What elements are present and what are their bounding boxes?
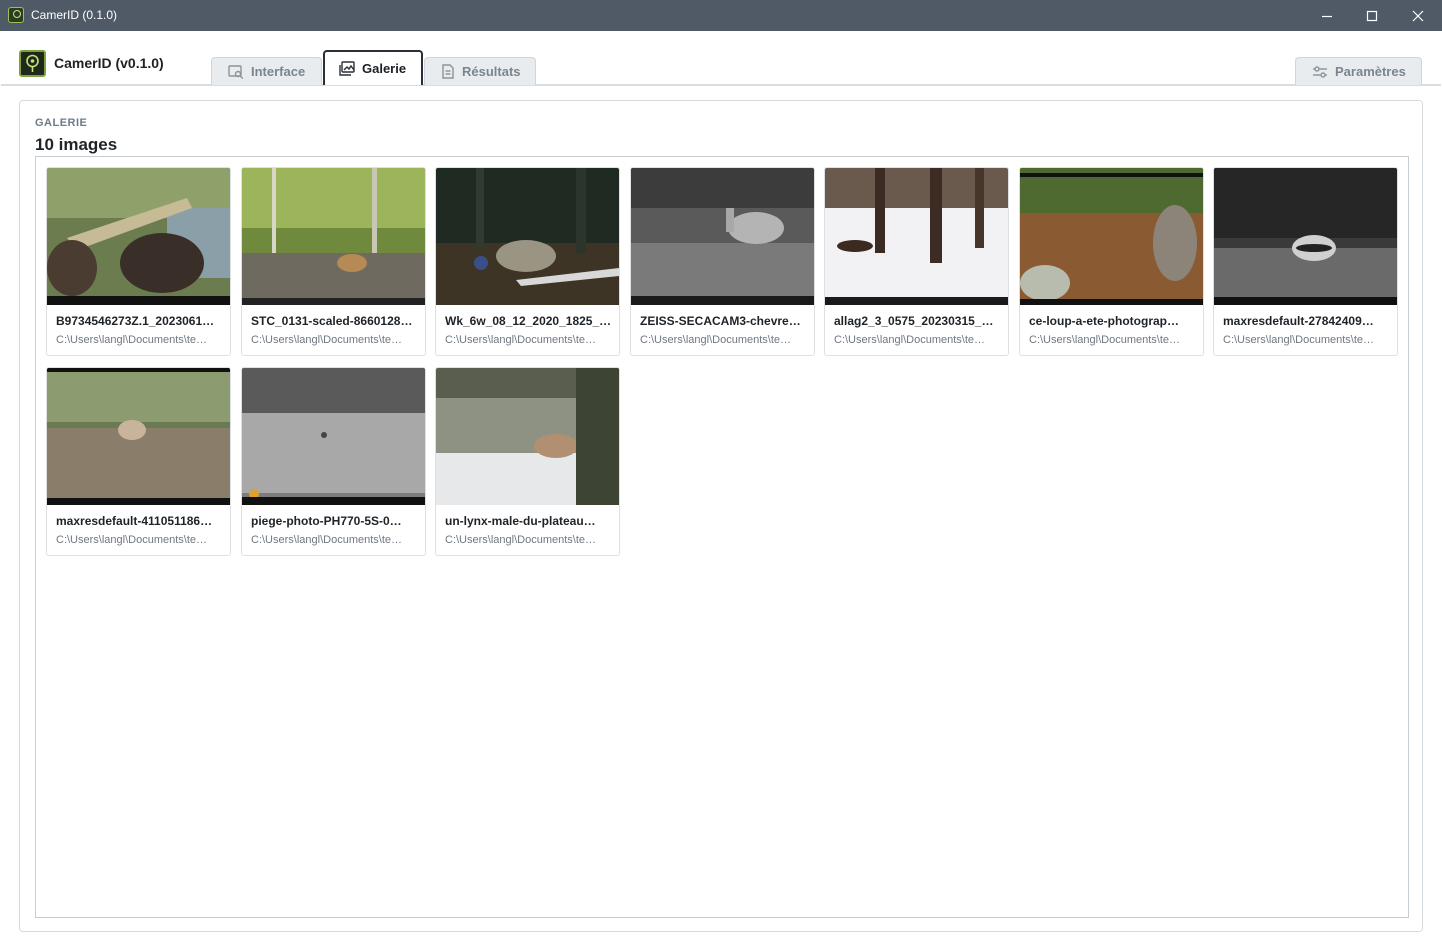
image-card[interactable]: un-lynx-male-du-plateau… C:\Users\langl\… — [435, 367, 620, 556]
brand-name: CamerID (v0.1.0) — [54, 55, 164, 71]
image-path: C:\Users\langl\Documents\te… — [445, 534, 596, 546]
image-name: maxresdefault-411051186… — [56, 514, 213, 528]
image-thumbnail[interactable] — [631, 168, 814, 305]
image-card[interactable]: maxresdefault-411051186… C:\Users\langl\… — [46, 367, 231, 556]
tab-resultats[interactable]: Résultats — [424, 57, 536, 85]
wolf-photo-icon — [1020, 168, 1203, 305]
image-grid[interactable]: B9734546273Z.1_2023061… C:\Users\langl\D… — [35, 156, 1409, 918]
settings-label: Paramètres — [1335, 64, 1406, 79]
image-path: C:\Users\langl\Documents\te… — [1029, 334, 1180, 346]
badger-infrared-photo-icon — [1214, 168, 1397, 305]
close-icon — [1412, 10, 1424, 21]
wildcat-night-photo-icon — [436, 168, 619, 305]
image-name: allag2_3_0575_20230315_… — [834, 314, 994, 328]
close-button[interactable] — [1395, 0, 1441, 31]
tab-interface-label: Interface — [251, 64, 306, 79]
minimize-button[interactable] — [1304, 0, 1350, 31]
image-thumbnail[interactable] — [436, 368, 619, 505]
section-label: GALERIE — [35, 117, 88, 129]
app-icon — [8, 7, 24, 23]
roe-deer-infrared-photo-icon — [631, 168, 814, 305]
image-path: C:\Users\langl\Documents\te… — [56, 534, 207, 546]
image-card[interactable]: Wk_6w_08_12_2020_1825_… C:\Users\langl\D… — [435, 167, 620, 356]
image-path: C:\Users\langl\Documents\te… — [834, 334, 985, 346]
document-icon — [442, 64, 454, 79]
window-titlebar: CamerID (0.1.0) — [0, 0, 1442, 31]
location-pin-icon — [26, 54, 39, 72]
fox-photo-icon — [47, 368, 230, 505]
image-name: Wk_6w_08_12_2020_1825_… — [445, 314, 612, 328]
image-card[interactable]: STC_0131-scaled-8660128… C:\Users\langl\… — [241, 167, 426, 356]
window-title: CamerID (0.1.0) — [31, 8, 118, 22]
image-name: B9734546273Z.1_2023061… — [56, 314, 215, 328]
image-card[interactable]: allag2_3_0575_20230315_… C:\Users\langl\… — [824, 167, 1009, 356]
image-name: ce-loup-a-ete-photograp… — [1029, 314, 1179, 328]
maximize-icon — [1366, 10, 1378, 21]
tab-galerie[interactable]: Galerie — [323, 50, 423, 85]
boar-photo-icon — [47, 168, 230, 305]
image-thumbnail[interactable] — [436, 168, 619, 305]
image-name: un-lynx-male-du-plateau… — [445, 514, 596, 528]
image-card[interactable]: piege-photo-PH770-5S-0… C:\Users\langl\D… — [241, 367, 426, 556]
gallery-icon — [339, 61, 355, 76]
image-count: 10 images — [35, 135, 118, 154]
image-card[interactable]: ce-loup-a-ete-photograp… C:\Users\langl\… — [1019, 167, 1204, 356]
settings-button[interactable]: Paramètres — [1295, 57, 1422, 85]
brand-logo — [19, 50, 46, 77]
deer-forest-photo-icon — [242, 168, 425, 305]
image-path: C:\Users\langl\Documents\te… — [640, 334, 791, 346]
image-thumbnail[interactable] — [1214, 168, 1397, 305]
tab-galerie-label: Galerie — [362, 61, 407, 76]
tab-resultats-label: Résultats — [462, 64, 521, 79]
image-card[interactable]: ZEISS-SECACAM3-chevre… C:\Users\langl\Do… — [630, 167, 815, 356]
image-thumbnail[interactable] — [242, 368, 425, 505]
image-name: ZEISS-SECACAM3-chevre… — [640, 314, 801, 328]
lynx-snow-photo-icon — [436, 368, 619, 505]
image-thumbnail[interactable] — [825, 168, 1008, 305]
tab-interface[interactable]: Interface — [211, 57, 322, 85]
image-path: C:\Users\langl\Documents\te… — [251, 534, 402, 546]
image-card[interactable]: maxresdefault-27842409… C:\Users\langl\D… — [1213, 167, 1398, 356]
image-name: maxresdefault-27842409… — [1223, 314, 1374, 328]
image-path: C:\Users\langl\Documents\te… — [445, 334, 596, 346]
image-thumbnail[interactable] — [242, 168, 425, 305]
image-name: STC_0131-scaled-8660128… — [251, 314, 413, 328]
image-name: piege-photo-PH770-5S-0… — [251, 514, 402, 528]
image-thumbnail[interactable] — [1020, 168, 1203, 305]
image-search-icon — [228, 64, 244, 79]
window-body: CamerID (v0.1.0) Interface Galerie Résul… — [1, 31, 1441, 951]
image-path: C:\Users\langl\Documents\te… — [56, 334, 207, 346]
image-path: C:\Users\langl\Documents\te… — [1223, 334, 1374, 346]
image-thumbnail[interactable] — [47, 168, 230, 305]
image-thumbnail[interactable] — [47, 368, 230, 505]
image-card[interactable]: B9734546273Z.1_2023061… C:\Users\langl\D… — [46, 167, 231, 356]
gallery-panel: GALERIE 10 images B9734546273Z.1_2023061… — [19, 100, 1423, 932]
minimize-icon — [1322, 15, 1332, 17]
field-grayscale-photo-icon — [242, 368, 425, 505]
marten-snow-photo-icon — [825, 168, 1008, 305]
image-path: C:\Users\langl\Documents\te… — [251, 334, 402, 346]
maximize-button[interactable] — [1349, 0, 1395, 31]
settings-sliders-icon — [1313, 65, 1327, 78]
